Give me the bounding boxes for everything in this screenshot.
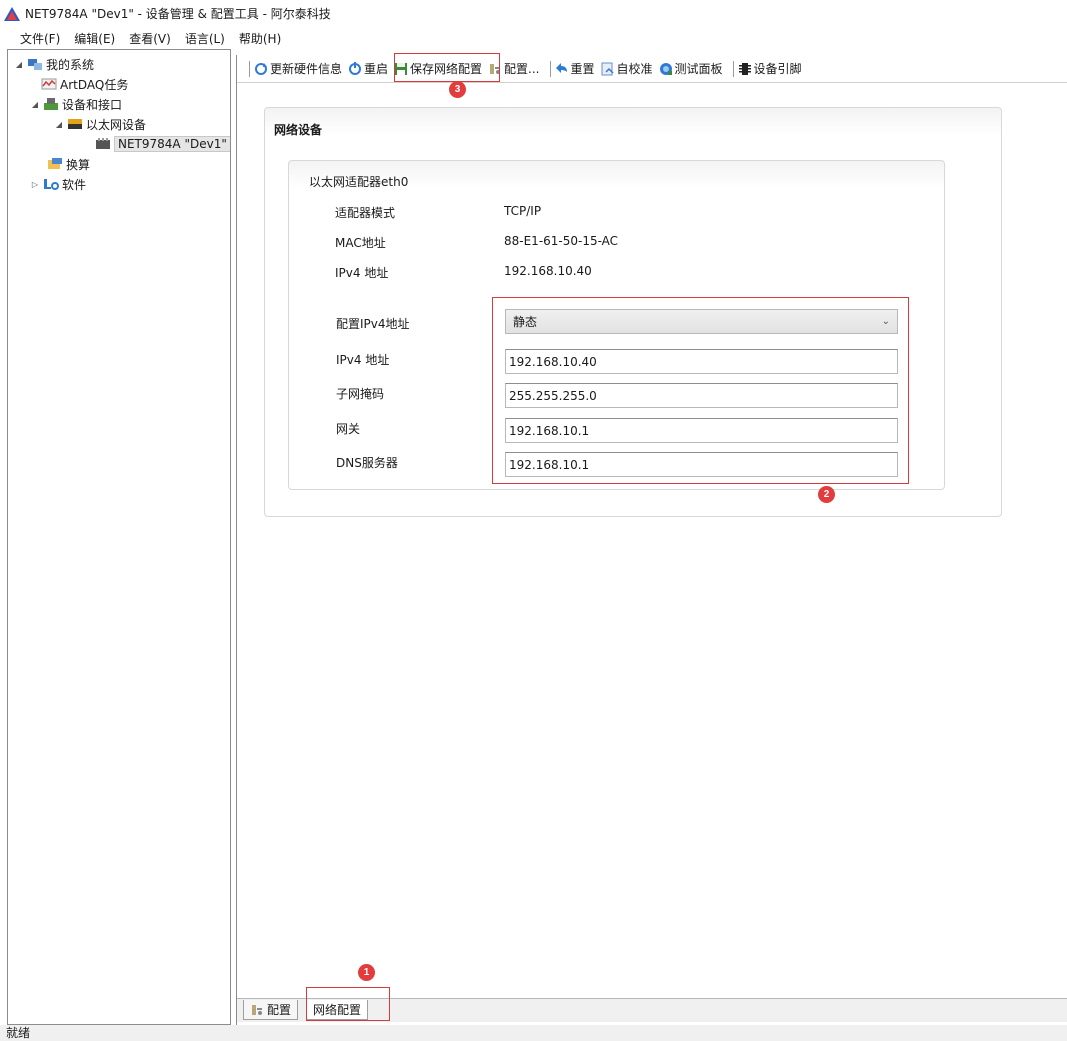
- self-calibrate-icon: [601, 62, 614, 75]
- tab-config[interactable]: 配置: [243, 1000, 299, 1020]
- tree-item-label: 以太网设备: [86, 117, 147, 132]
- collapse-arrow-icon[interactable]: ◢: [54, 120, 64, 129]
- tree-item-scale[interactable]: 换算: [44, 155, 90, 173]
- menu-view[interactable]: 查看(V): [129, 30, 171, 47]
- test-panel-button[interactable]: 测试面板: [659, 60, 723, 77]
- ipv4-address-label: IPv4 地址: [336, 353, 390, 367]
- mac-address-value: 88-E1-61-50-15-AC: [504, 234, 619, 248]
- ethernet-icon: [68, 119, 82, 129]
- scale-icon: [48, 158, 62, 169]
- tree-item-label: 设备和接口: [62, 97, 123, 112]
- task-icon: [41, 78, 57, 90]
- dns-server-label: DNS服务器: [336, 456, 398, 470]
- toolbar-separator: [249, 60, 250, 77]
- annotation-badge-3: 3: [449, 81, 466, 98]
- current-ipv4-value: 192.168.10.40: [504, 264, 592, 278]
- adapter-mode-label: 适配器模式: [335, 206, 396, 220]
- tree-item-net9784a-dev1[interactable]: NET9784A "Dev1": [92, 135, 230, 153]
- test-panel-icon: [659, 62, 672, 75]
- tree-item-label: 软件: [62, 177, 87, 192]
- devices-icon: [44, 98, 58, 110]
- restart-icon: [349, 61, 362, 75]
- pins-icon: [738, 62, 751, 75]
- menu-language[interactable]: 语言(L): [185, 30, 225, 47]
- adapter-title: 以太网适配器eth0: [309, 175, 409, 189]
- refresh-icon: [255, 62, 267, 75]
- annotation-badge-2: 2: [818, 486, 835, 503]
- collapse-arrow-icon[interactable]: ◢: [30, 100, 40, 109]
- current-ipv4-label: IPv4 地址: [335, 266, 389, 280]
- menu-edit[interactable]: 编辑(E): [74, 30, 115, 47]
- collapse-arrow-icon[interactable]: ◢: [14, 60, 24, 69]
- title-bar: NET9784A "Dev1" - 设备管理 & 配置工具 - 阿尔泰科技: [0, 0, 1067, 27]
- expand-arrow-icon[interactable]: ▷: [30, 180, 40, 189]
- menu-file[interactable]: 文件(F): [20, 30, 60, 47]
- status-bar: 就绪: [0, 1025, 1067, 1041]
- reset-icon: [555, 62, 567, 73]
- toolbar: 更新硬件信息 重启 保存网络配置 配置... 重置 自校准 测试面板 设备引脚: [237, 55, 1067, 83]
- restart-button[interactable]: 重启: [348, 60, 388, 77]
- menu-bar: 文件(F) 编辑(E) 查看(V) 语言(L) 帮助(H): [0, 27, 1067, 49]
- annotation-box-network-tab: [306, 987, 390, 1021]
- subnet-mask-label: 子网掩码: [336, 387, 385, 401]
- tree-item-label: 换算: [66, 157, 91, 172]
- toolbar-separator: [732, 60, 734, 77]
- app-logo-icon: [4, 6, 20, 21]
- device-pins-button[interactable]: 设备引脚: [738, 60, 802, 77]
- software-icon: [44, 179, 59, 190]
- annotation-badge-1: 1: [358, 964, 375, 981]
- config-ipv4-label: 配置IPv4地址: [336, 317, 410, 331]
- device-tree: ◢ 我的系统 ArtDAQ任务 ◢ 设备和接口 ◢ 以太网设备 NET9784A…: [7, 49, 231, 1025]
- menu-help[interactable]: 帮助(H): [239, 30, 281, 47]
- window-title: NET9784A "Dev1" - 设备管理 & 配置工具 - 阿尔泰科技: [25, 7, 331, 21]
- tree-item-devices-interfaces[interactable]: ◢ 设备和接口: [30, 95, 122, 113]
- tree-item-ethernet-devices[interactable]: ◢ 以太网设备: [54, 115, 146, 133]
- tree-item-label: NET9784A "Dev1": [114, 136, 230, 152]
- tree-item-label: 我的系统: [46, 57, 95, 72]
- refresh-hardware-button[interactable]: 更新硬件信息: [254, 60, 342, 77]
- main-panel: 更新硬件信息 重启 保存网络配置 配置... 重置 自校准 测试面板 设备引脚 …: [236, 55, 1067, 1025]
- tree-item-artdaq-tasks[interactable]: ArtDAQ任务: [38, 75, 128, 93]
- tree-item-my-system[interactable]: ◢ 我的系统: [14, 55, 94, 73]
- status-text: 就绪: [6, 1026, 31, 1040]
- toolbar-separator: [549, 60, 551, 77]
- adapter-mode-value: TCP/IP: [504, 204, 542, 218]
- mac-address-label: MAC地址: [335, 236, 386, 250]
- reset-button[interactable]: 重置: [555, 60, 595, 77]
- config-icon: [252, 1004, 262, 1015]
- tree-item-software[interactable]: ▷ 软件: [30, 175, 86, 193]
- annotation-box-save: [394, 53, 500, 82]
- tree-item-label: ArtDAQ任务: [60, 77, 129, 92]
- system-icon: [28, 59, 42, 70]
- section-title: 网络设备: [274, 123, 323, 137]
- device-icon: [96, 138, 110, 149]
- gateway-label: 网关: [336, 422, 361, 436]
- self-calibrate-button[interactable]: 自校准: [601, 60, 653, 77]
- annotation-box-ip-settings: [492, 297, 909, 484]
